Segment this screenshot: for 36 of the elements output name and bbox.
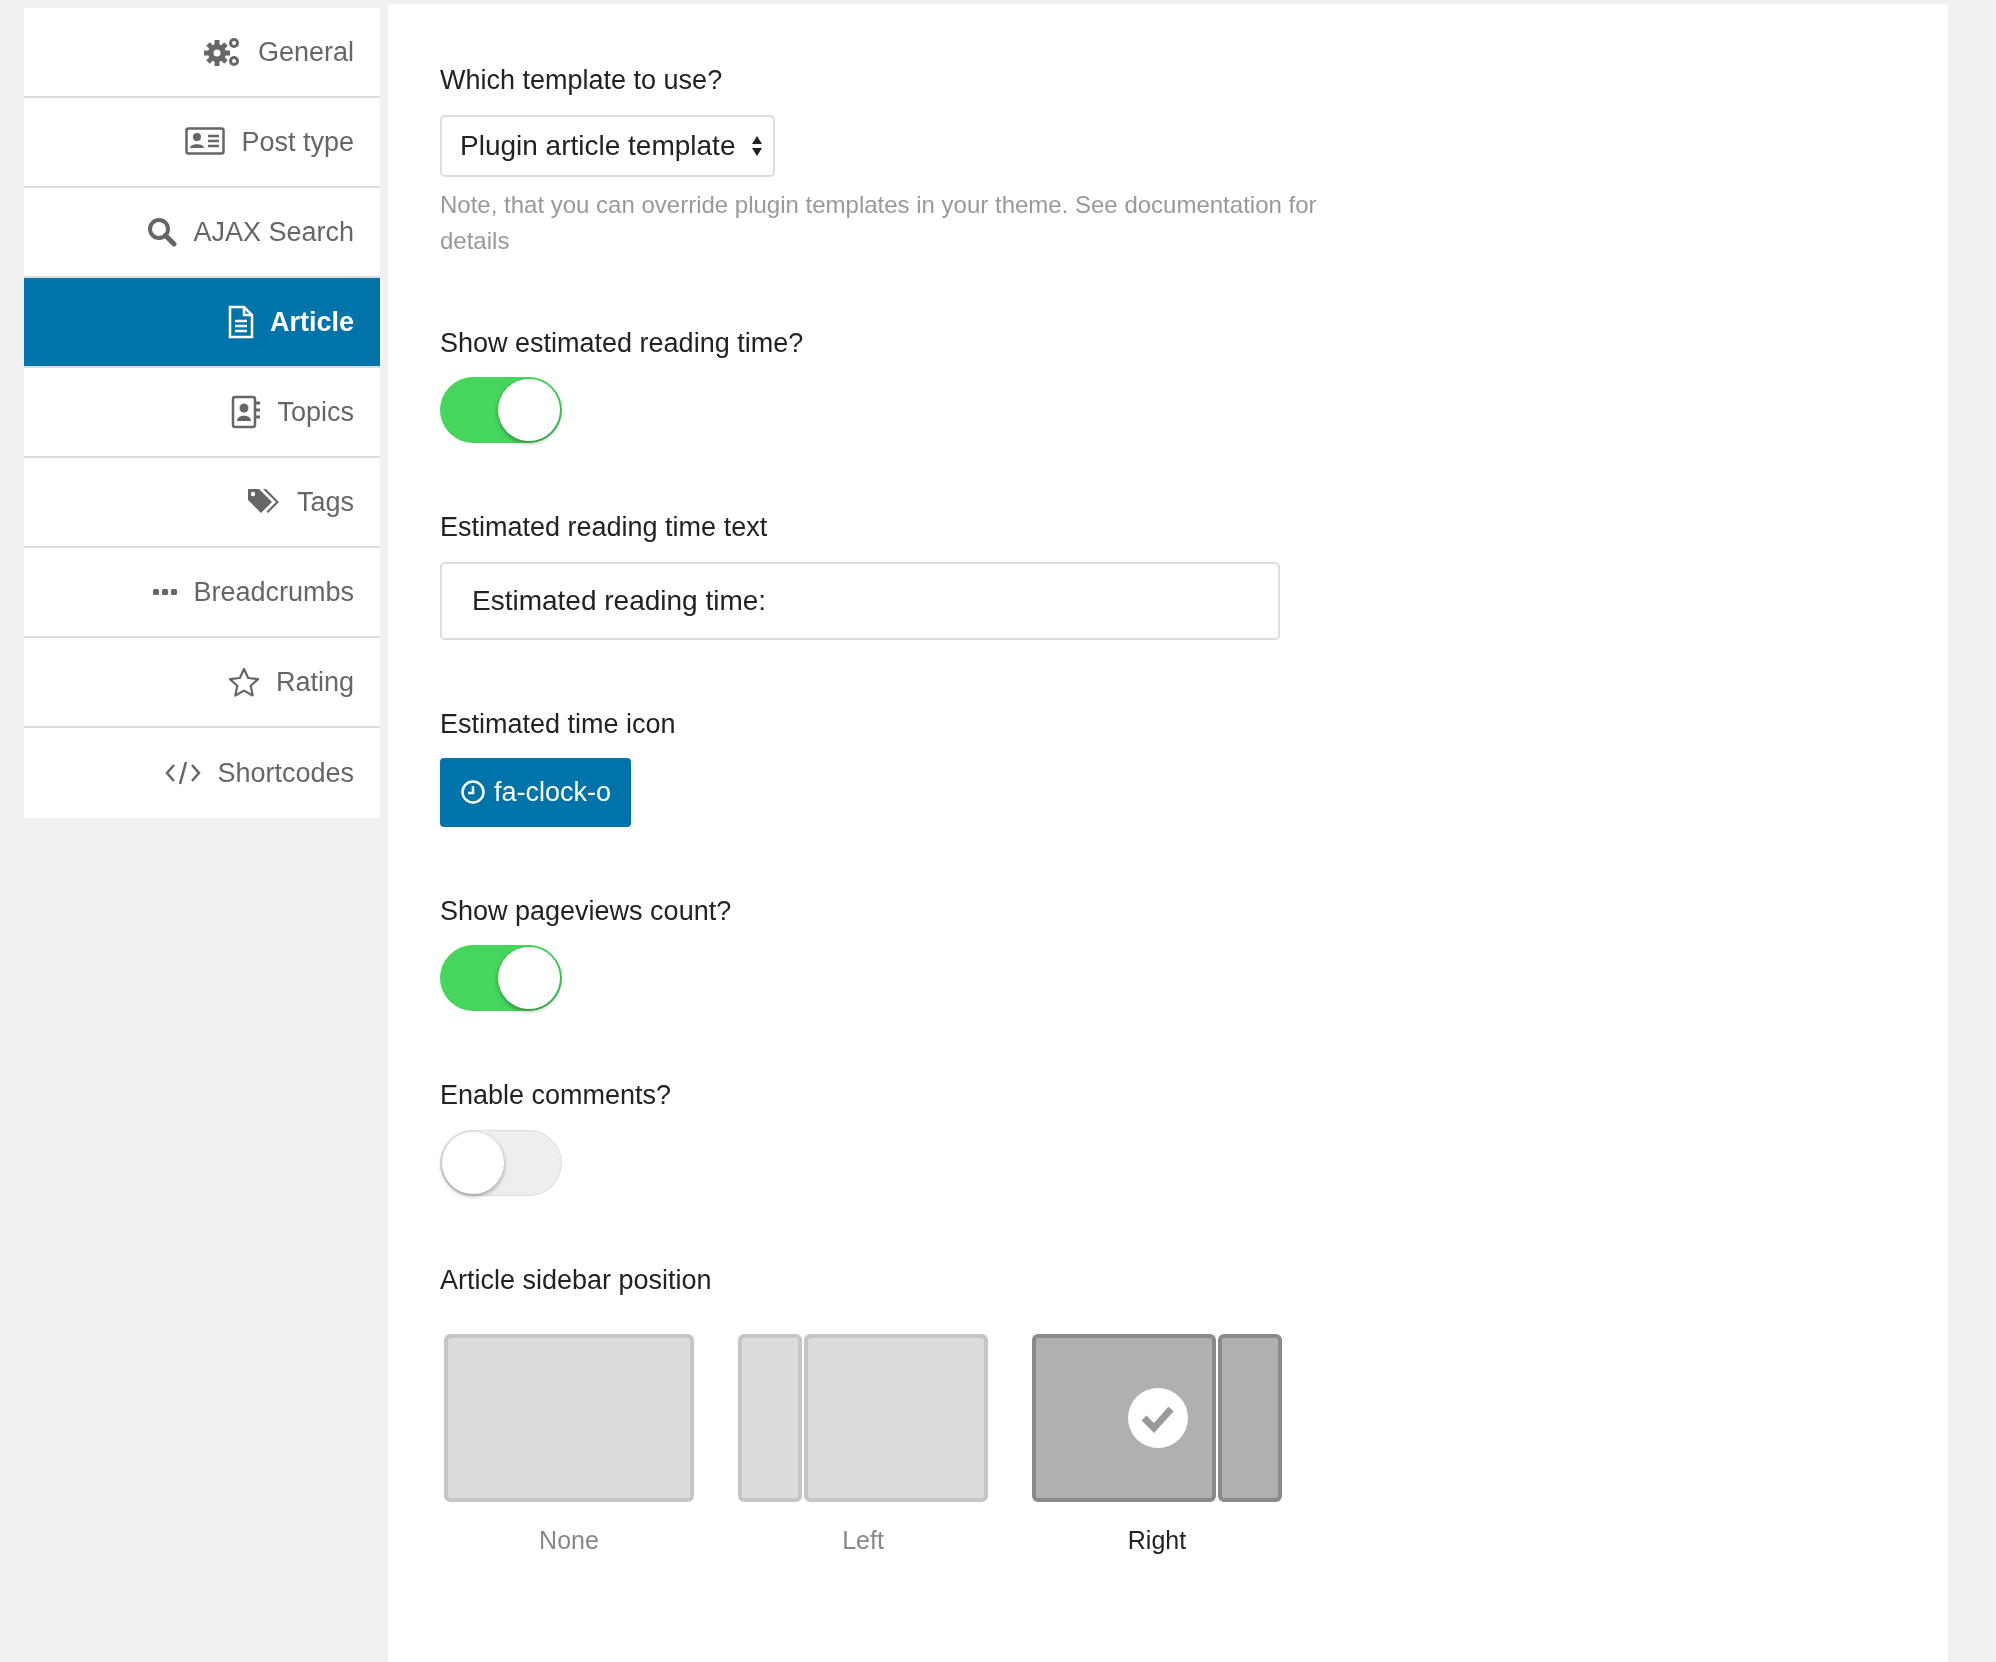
- sidebar-tab[interactable]: Rating: [24, 638, 380, 728]
- sidebar-tab[interactable]: Breadcrumbs: [24, 548, 380, 638]
- template-dropdown[interactable]: Plugin article template: [440, 114, 776, 177]
- id-card-icon: [185, 127, 226, 157]
- check-icon: [1128, 1388, 1188, 1448]
- updown-arrows-icon: [751, 134, 764, 157]
- field-label: Which template to use?: [440, 64, 724, 97]
- search-icon: [147, 217, 178, 247]
- layout-option[interactable]: None: [440, 1334, 698, 1560]
- field-label: Estimated reading time text: [440, 511, 769, 544]
- sidebar-tab[interactable]: Post type: [24, 98, 380, 188]
- text-input-field[interactable]: Estimated reading time:: [440, 561, 1280, 640]
- field-label: Enable comments?: [440, 1079, 673, 1112]
- gear-icon: [203, 35, 242, 69]
- sidebar-tab[interactable]: Tags: [24, 458, 380, 548]
- layout-option[interactable]: Left: [734, 1334, 992, 1560]
- dots-icon: [153, 588, 178, 596]
- code-icon: [165, 760, 202, 786]
- toggle-switch[interactable]: [440, 945, 562, 1011]
- icon-picker-button[interactable]: fa-clock-o: [440, 758, 632, 827]
- field-label: Article sidebar position: [440, 1263, 713, 1297]
- contact-book-icon: [231, 395, 262, 429]
- sidebar-tab[interactable]: Shortcodes: [24, 728, 380, 818]
- layout-option[interactable]: Right: [1028, 1334, 1286, 1560]
- field-label: Show pageviews count?: [440, 894, 733, 928]
- sidebar-tab[interactable]: Article: [24, 278, 380, 368]
- field-label: Show estimated reading time?: [440, 326, 805, 360]
- document-icon: [227, 305, 254, 339]
- star-icon: [227, 667, 260, 697]
- toggle-switch[interactable]: [440, 1129, 562, 1196]
- clock-icon: [460, 779, 486, 806]
- sidebar-tab[interactable]: Topics: [24, 368, 380, 458]
- toggle-switch[interactable]: [440, 377, 562, 443]
- field-label: Estimated time icon: [440, 707, 677, 741]
- sidebar-tab[interactable]: General: [24, 8, 380, 98]
- help-text: Note, that you can override plugin templates in your theme. See documentation for details: [440, 189, 1318, 256]
